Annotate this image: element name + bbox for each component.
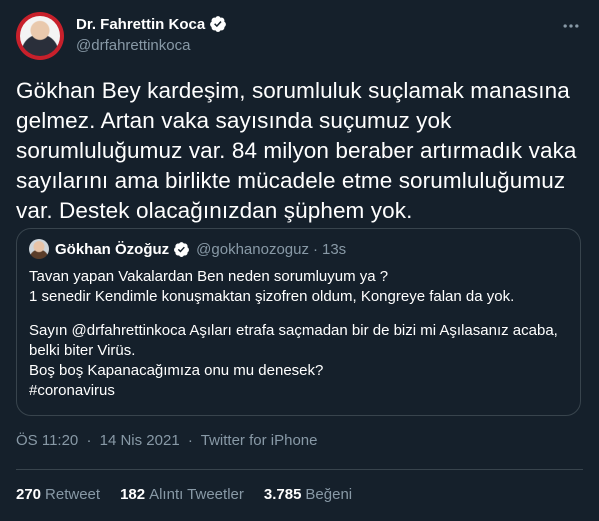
tweet-text-line: sorumluluğumuz var. 84 milyon beraber ar… (16, 138, 577, 163)
quoted-text-gap (29, 307, 569, 321)
quoted-author-handle: @gokhanozoguz (196, 240, 309, 258)
author-display-row: Dr. Fahrettin Koca (76, 14, 227, 34)
likes-label: Beğeni (305, 486, 353, 503)
verified-badge-icon (173, 241, 190, 258)
author-avatar-photo (20, 16, 60, 56)
meta-separator-dot: · (187, 432, 193, 449)
tweet-stats: 270 Retweet 182 Alıntı Tweetler 3.785 Beğen… (16, 486, 372, 503)
divider (16, 469, 583, 470)
more-options-button[interactable] (559, 14, 583, 38)
quoted-text-line: 1 senedir Kendimle konuşmaktan şizofren … (29, 288, 515, 305)
tweet-text-line: sayılarını ama birlikte mücadele etme so… (16, 168, 566, 193)
tweet-text-line: Gökhan Bey kardeşim, sorumluluk suçlamak… (16, 78, 570, 103)
tweet-time[interactable]: ÖS 11:20 (16, 432, 78, 449)
author-avatar[interactable] (16, 12, 64, 60)
tweet-card: Dr. Fahrettin Koca @drfahrettinkoca Gökh… (0, 0, 599, 521)
quoted-author-avatar (29, 239, 49, 259)
quoted-separator-dot: · (312, 240, 318, 258)
author-names: Dr. Fahrettin Koca @drfahrettinkoca (76, 14, 227, 54)
quoted-text-line: Sayın @drfahrettinkoca Aşıları etrafa sa… (29, 322, 558, 339)
tweet-date[interactable]: 14 Nis 2021 (100, 432, 180, 449)
tweet-text: Gökhan Bey kardeşim, sorumluluk suçlamak… (16, 76, 583, 226)
retweets-stat[interactable]: 270 Retweet (16, 486, 100, 503)
quoted-text-line: #coronavirus (29, 382, 115, 399)
quoted-text-line: belki biter Virüs. (29, 342, 136, 359)
quoted-text-line: Tavan yapan Vakalardan Ben neden sorumlu… (29, 268, 389, 285)
quoted-tweet[interactable]: Gökhan Özoğuz @gokhanozoguz · 13s Tavan … (16, 228, 581, 416)
retweets-count: 270 (16, 486, 42, 503)
meta-separator-dot: · (86, 432, 92, 449)
quoted-text-line: Boş boş Kapanacağımıza onu mu denesek? (29, 362, 324, 379)
likes-stat[interactable]: 3.785 Beğeni (264, 486, 352, 503)
tweet-source-link[interactable]: Twitter for iPhone (201, 432, 318, 449)
author-handle[interactable]: @drfahrettinkoca (76, 37, 227, 54)
quote-tweets-stat[interactable]: 182 Alıntı Tweetler (120, 486, 244, 503)
likes-count: 3.785 (263, 486, 302, 503)
verified-badge-icon (209, 15, 227, 33)
more-options-icon (563, 24, 579, 28)
tweet-meta: ÖS 11:20 · 14 Nis 2021 · Twitter for iPh… (16, 432, 317, 449)
quoted-author-display-name: Gökhan Özoğuz (55, 240, 170, 258)
tweet-text-line: var. Destek olacağınızdan şüphem yok. (16, 198, 413, 223)
quote-tweets-label: Alıntı Tweetler (149, 486, 244, 503)
quote-tweets-count: 182 (120, 486, 146, 503)
author-display-name[interactable]: Dr. Fahrettin Koca (76, 16, 205, 33)
tweet-header: Dr. Fahrettin Koca @drfahrettinkoca (16, 12, 583, 62)
quoted-tweet-header: Gökhan Özoğuz @gokhanozoguz · 13s (29, 239, 346, 259)
quoted-tweet-text: Tavan yapan Vakalardan Ben neden sorumlu… (29, 267, 569, 401)
tweet-text-line: gelmez. Artan vaka sayısında suçumuz yok (16, 108, 452, 133)
quoted-timestamp: 13s (321, 240, 347, 258)
retweets-label: Retweet (45, 486, 101, 503)
